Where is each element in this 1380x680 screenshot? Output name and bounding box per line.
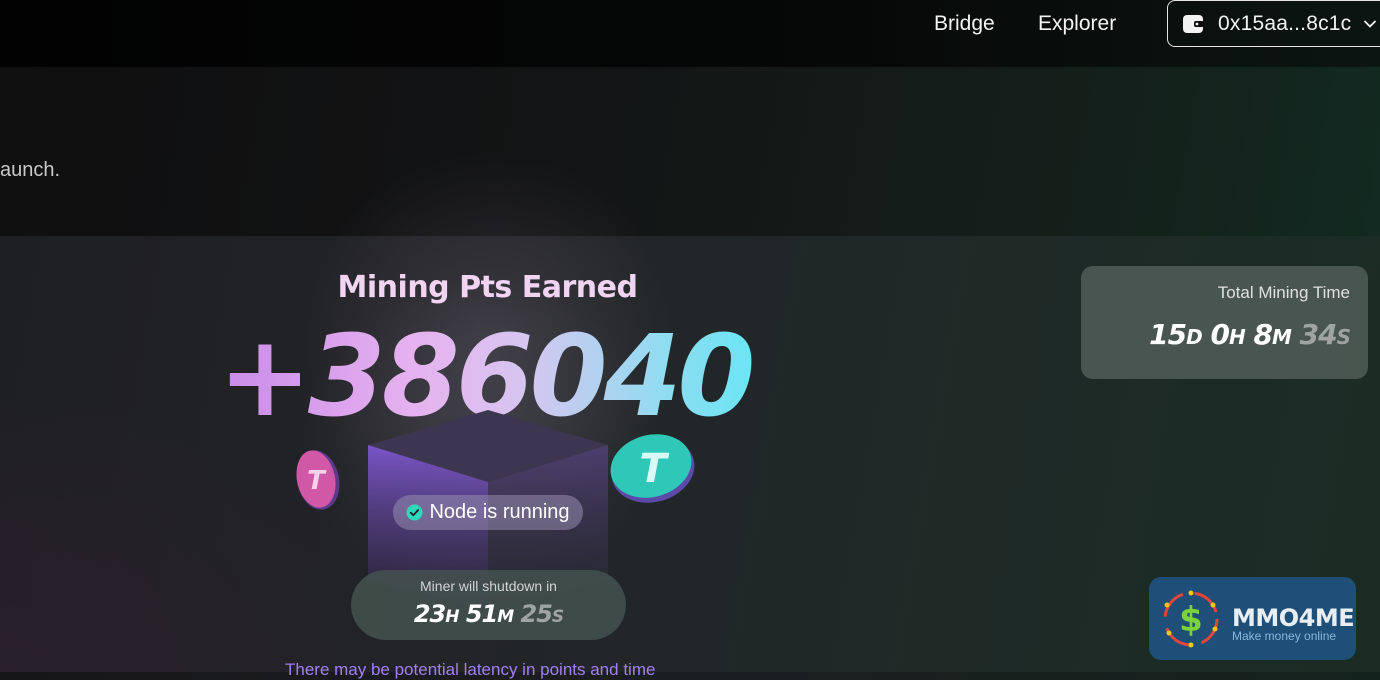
chevron-down-icon [1364, 20, 1377, 28]
shutdown-hours-unit: H [445, 607, 459, 627]
nav-link-explorer[interactable]: Explorer [1038, 12, 1116, 36]
dollar-emblem-icon: $ [1163, 590, 1219, 648]
total-days: 15 [1149, 318, 1187, 351]
mmo4me-watermark-logo: $ MMO4ME Make money online [1149, 577, 1356, 660]
wallet-address: 0x15aa...8c1c [1218, 11, 1352, 35]
total-mining-time-value: 15D 0H 8M 34S [1149, 318, 1351, 351]
logo-symbol: $ [1179, 600, 1203, 640]
mining-points-title: Mining Pts Earned [337, 270, 638, 305]
total-minutes: 8 [1253, 318, 1273, 351]
svg-text:T: T [307, 466, 327, 496]
banner-text: aunch. [0, 159, 61, 181]
shutdown-countdown: Miner will shutdown in 23H 51M 25S [351, 570, 626, 640]
total-hours: 0 [1210, 318, 1231, 351]
token-coin-left-icon: T [296, 450, 340, 510]
wallet-button[interactable]: 0x15aa...8c1c [1167, 0, 1380, 47]
logo-name: MMO4ME [1232, 604, 1355, 632]
nav-link-bridge[interactable]: Bridge [934, 12, 995, 36]
announcement-banner: aunch. [0, 67, 1380, 236]
token-coin-right-icon: T [610, 434, 695, 503]
total-seconds-unit: S [1336, 325, 1351, 349]
node-status-text: Node is running [429, 501, 570, 523]
shutdown-hours: 23 [413, 600, 446, 628]
wallet-icon [1183, 14, 1204, 33]
shutdown-minutes-unit: M [497, 607, 514, 627]
total-days-unit: D [1186, 325, 1203, 349]
top-nav-bar: Bridge Explorer 0x15aa...8c1c [0, 0, 1380, 67]
shutdown-seconds: 25 [520, 600, 553, 628]
total-mining-time-label: Total Mining Time [1217, 283, 1350, 302]
node-status-badge: Node is running [393, 495, 583, 530]
shutdown-seconds-unit: S [551, 607, 564, 627]
total-mining-time-card: Total Mining Time 15D 0H 8M 34S [1081, 266, 1368, 379]
shutdown-minutes: 51 [465, 600, 498, 628]
svg-text:T: T [639, 446, 669, 492]
shutdown-time: 23H 51M 25S [351, 600, 626, 628]
latency-notice: There may be potential latency in points… [285, 660, 656, 679]
total-seconds: 34 [1299, 318, 1338, 351]
check-circle-icon [406, 504, 423, 521]
total-minutes-unit: M [1271, 325, 1292, 349]
total-hours-unit: H [1228, 325, 1246, 349]
logo-tagline: Make money online [1232, 629, 1337, 643]
shutdown-label: Miner will shutdown in [420, 578, 557, 594]
